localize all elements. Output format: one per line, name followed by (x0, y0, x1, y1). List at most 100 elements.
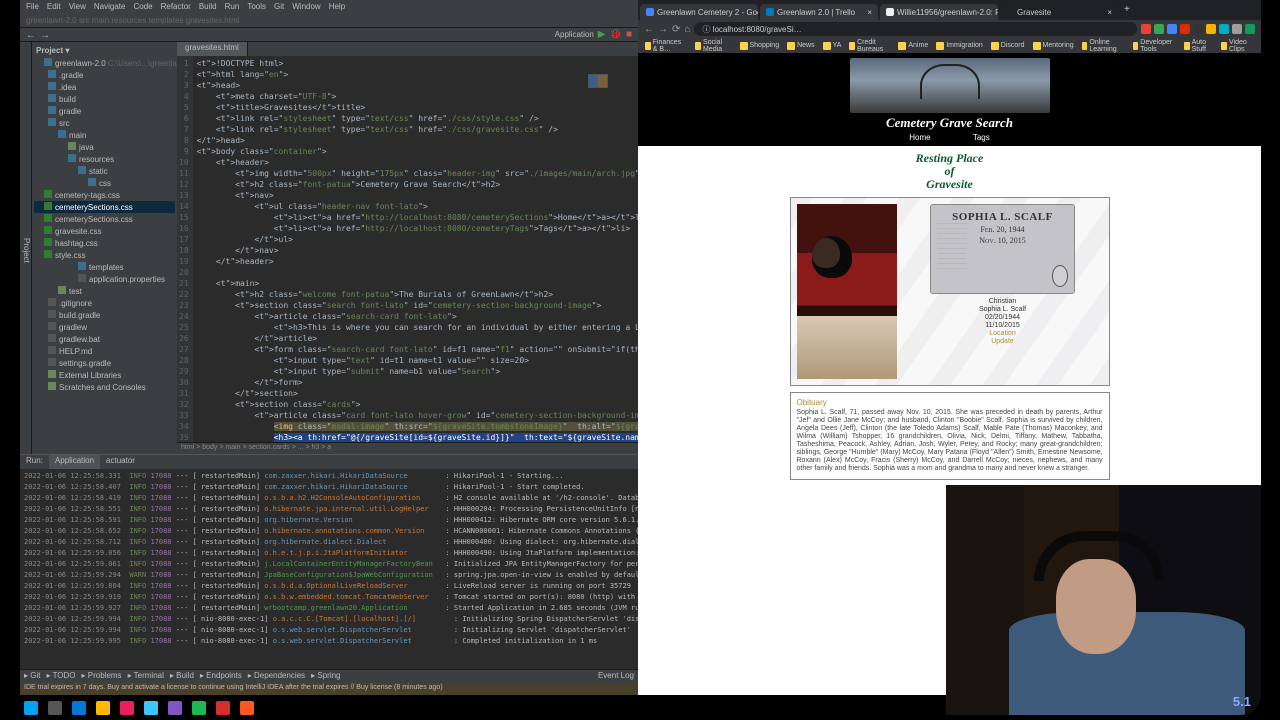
tree-node[interactable]: cemeterySections.css (34, 213, 175, 225)
file-tab[interactable]: gravesites.html (177, 42, 248, 56)
bottom-tool-strip[interactable]: ▸ Git ▸ TODO ▸ Problems ▸ Terminal ▸ Build ▸ … (20, 669, 638, 683)
code-editor[interactable]: 1 2 3 4 5 6 7 8 9 10 11 12 13 14 15 16 1… (177, 56, 638, 442)
bookmark[interactable]: Online Learning (1079, 38, 1128, 54)
debug-icon[interactable]: 🐞 (610, 29, 622, 40)
console-output[interactable]: 2022-01-06 12:25:58.331 INFO 17088 --- [… (20, 469, 638, 669)
menu-code[interactable]: Code (133, 2, 152, 12)
tool-todo[interactable]: ▸ TODO (46, 671, 75, 682)
browser-tab[interactable]: Greenlawn Cemetery 2 - Googl… × (640, 4, 758, 20)
app-icon[interactable] (240, 701, 254, 715)
bookmark[interactable]: Discord (988, 41, 1028, 51)
bookmark[interactable]: Developer Tools (1130, 38, 1179, 54)
home-icon[interactable]: ⌂ (684, 24, 690, 35)
app-icon[interactable] (168, 701, 182, 715)
new-tab-button[interactable]: + (1118, 4, 1136, 20)
tree-node[interactable]: gradlew (34, 321, 175, 333)
extension-icon[interactable] (1193, 24, 1203, 34)
tree-node[interactable]: build (34, 93, 175, 105)
run-tab[interactable]: Application (49, 455, 100, 469)
tree-node[interactable]: src (34, 117, 175, 129)
start-icon[interactable] (24, 701, 38, 715)
extension-icon[interactable] (1206, 24, 1216, 34)
menu-tools[interactable]: Tools (247, 2, 266, 12)
bookmark[interactable]: Social Media (692, 38, 734, 54)
run-config-selector[interactable]: Application (555, 30, 594, 39)
nav-home[interactable]: Home (909, 133, 930, 142)
menu-run[interactable]: Run (225, 2, 240, 12)
update-link[interactable]: Update (979, 338, 1026, 346)
tree-node[interactable]: settings.gradle (34, 357, 175, 369)
tool-build[interactable]: ▸ Build (170, 671, 194, 682)
code-content[interactable]: <t">!DOCTYPE html> <t">html lang="en"> <… (193, 56, 638, 442)
bookmark[interactable]: Video Clips (1218, 38, 1257, 54)
tree-node[interactable]: gravesite.css (34, 225, 175, 237)
tool-git[interactable]: ▸ Git (24, 671, 40, 682)
bookmark[interactable]: Mentoring (1030, 41, 1077, 51)
bookmark[interactable]: Finances & B… (642, 38, 690, 54)
tree-node[interactable]: .gitignore (34, 297, 175, 309)
menu-navigate[interactable]: Navigate (94, 2, 126, 12)
editor-breadcrumb[interactable]: html > body > main > section.cards > ...… (177, 442, 638, 454)
extension-icon[interactable] (1232, 24, 1242, 34)
tool-problems[interactable]: ▸ Problems (82, 671, 122, 682)
tree-node[interactable]: cemeterySections.css (34, 201, 175, 213)
extension-icon[interactable] (1219, 24, 1229, 34)
tool-endpoints[interactable]: ▸ Endpoints (200, 671, 242, 682)
extension-icon[interactable] (1245, 24, 1255, 34)
app-icon[interactable] (120, 701, 134, 715)
menu-refactor[interactable]: Refactor (161, 2, 191, 12)
menu-help[interactable]: Help (329, 2, 345, 12)
tree-node[interactable]: External Libraries (34, 369, 175, 381)
tree-node[interactable]: hashtag.css (34, 237, 175, 249)
tree-node[interactable]: templates (34, 261, 175, 273)
extension-icon[interactable] (1167, 24, 1177, 34)
tree-node[interactable]: HELP.md (34, 345, 175, 357)
tree-node[interactable]: application.properties (34, 273, 175, 285)
app-icon[interactable] (144, 701, 158, 715)
extension-icon[interactable] (1141, 24, 1151, 34)
tree-node[interactable]: cemetery-tags.css (34, 189, 175, 201)
task-view-icon[interactable] (48, 701, 62, 715)
tree-node[interactable]: css (34, 177, 175, 189)
tree-node[interactable]: Scratches and Consoles (34, 381, 175, 393)
tool-dependencies[interactable]: ▸ Dependencies (248, 671, 305, 682)
menu-git[interactable]: Git (274, 2, 284, 12)
tree-node[interactable]: gradle (34, 105, 175, 117)
tree-node[interactable]: .idea (34, 81, 175, 93)
editor-tabs[interactable]: gravesites.html (177, 42, 638, 56)
tool-spring[interactable]: ▸ Spring (311, 671, 340, 682)
bookmark[interactable]: Shopping (737, 41, 783, 51)
browser-tabs[interactable]: Greenlawn Cemetery 2 - Googl… ×Greenlawn… (638, 0, 1261, 20)
menu-build[interactable]: Build (199, 2, 217, 12)
project-tool-button[interactable]: Project (20, 42, 32, 454)
menu-edit[interactable]: Edit (47, 2, 61, 12)
menu-view[interactable]: View (69, 2, 86, 12)
run-tab[interactable]: Run: (20, 455, 49, 469)
menu-window[interactable]: Window (292, 2, 320, 12)
tree-node[interactable]: .gradle (34, 69, 175, 81)
browser-tab[interactable]: Willie11956/greenlawn-2.0: Revi… × (880, 4, 998, 20)
menu-file[interactable]: File (26, 2, 39, 12)
tree-node[interactable]: test (34, 285, 175, 297)
forward-icon[interactable]: → (40, 30, 50, 40)
bookmark[interactable]: News (784, 41, 818, 51)
ide-menubar[interactable]: File Edit View Navigate Code Refactor Build Run… (20, 0, 638, 14)
taskbar[interactable] (24, 699, 254, 717)
explorer-icon[interactable] (72, 701, 86, 715)
url-input[interactable]: ⓘ localhost:8080/graveSi… (694, 22, 1137, 36)
tree-node[interactable]: build.gradle (34, 309, 175, 321)
spotify-icon[interactable] (192, 701, 206, 715)
reload-icon[interactable]: ⟳ (672, 24, 680, 35)
tool-terminal[interactable]: ▸ Terminal (128, 671, 164, 682)
tree-node[interactable]: java (34, 141, 175, 153)
tree-node[interactable]: main (34, 129, 175, 141)
bookmark[interactable]: Immigration (933, 41, 986, 51)
tree-node[interactable]: static (34, 165, 175, 177)
back-icon[interactable]: ← (26, 30, 36, 40)
bookmark[interactable]: Auto Stuff (1181, 38, 1216, 54)
project-tree[interactable]: Project ▾ greenlawn-2.0 C:\Users\...\gre… (32, 42, 177, 454)
extension-icons[interactable] (1141, 24, 1255, 34)
event-log[interactable]: Event Log (598, 671, 634, 682)
tree-node[interactable]: resources (34, 153, 175, 165)
bookmarks-bar[interactable]: Finances & B…Social MediaShoppingNewsYAC… (638, 38, 1261, 54)
